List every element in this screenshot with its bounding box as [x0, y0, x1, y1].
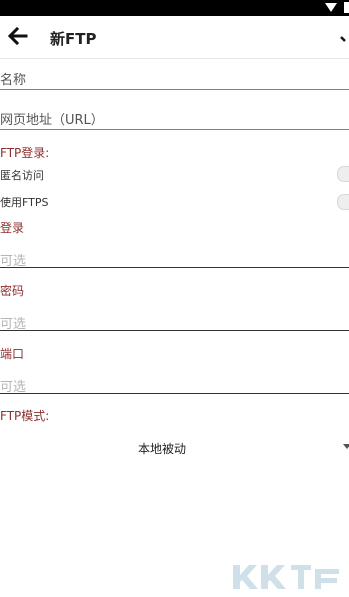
- url-underline: [0, 129, 349, 130]
- name-placeholder: 名称: [0, 73, 27, 88]
- password-underline: [0, 330, 349, 331]
- page-title: 新FTP: [50, 30, 97, 48]
- use-ftps-toggle[interactable]: [337, 194, 349, 210]
- wifi-icon: [325, 3, 337, 12]
- use-ftps-label: 使用FTPS: [0, 196, 49, 209]
- back-arrow-icon[interactable]: [6, 25, 28, 47]
- watermark-logo: [233, 565, 339, 589]
- url-placeholder: 网页地址（URL）: [0, 113, 104, 128]
- password-label: 密码: [0, 284, 25, 298]
- ftp-mode-section-label: FTP模式:: [0, 409, 50, 423]
- login-underline: [0, 267, 349, 268]
- port-label: 端口: [0, 347, 25, 361]
- battery-icon: [344, 2, 349, 13]
- status-bar: [0, 0, 349, 16]
- name-field[interactable]: 名称: [0, 68, 349, 92]
- check-icon[interactable]: [339, 27, 349, 45]
- name-underline: [0, 89, 349, 90]
- port-underline: [0, 393, 349, 394]
- dropdown-arrow-icon[interactable]: [343, 444, 349, 449]
- ftp-mode-dropdown[interactable]: 本地被动: [138, 440, 186, 457]
- url-field[interactable]: 网页地址（URL）: [0, 108, 349, 132]
- app-bar: 新FTP: [0, 16, 349, 59]
- login-label: 登录: [0, 221, 25, 235]
- anonymous-access-label: 匿名访问: [0, 169, 44, 182]
- ftp-login-section-label: FTP登录:: [0, 146, 50, 160]
- anonymous-access-toggle[interactable]: [337, 166, 349, 182]
